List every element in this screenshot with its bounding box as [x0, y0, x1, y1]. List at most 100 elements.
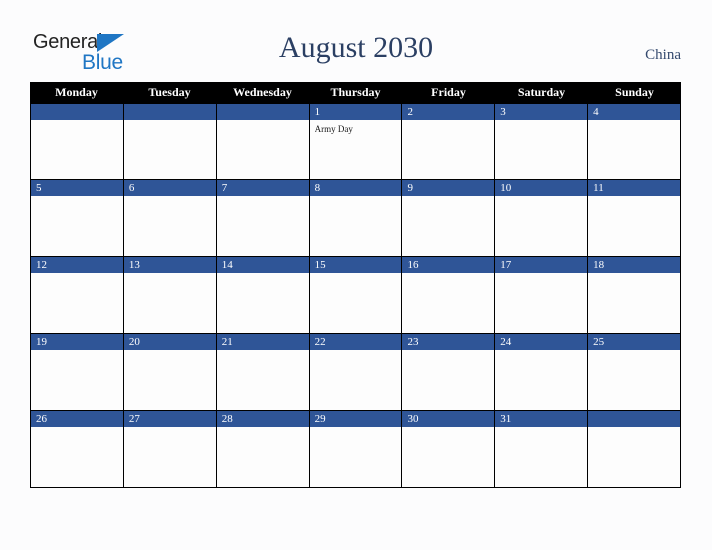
day-cell-3[interactable]: 3 [495, 104, 589, 179]
day-cell-empty [31, 104, 124, 179]
day-events [588, 196, 680, 256]
day-cell-4[interactable]: 4 [588, 104, 682, 179]
day-number-band [216, 104, 309, 120]
day-number-band [588, 411, 681, 427]
day-number: 25 [593, 336, 605, 348]
day-number-band: 14 [216, 257, 309, 273]
weekday-header-saturday: Saturday [517, 85, 566, 99]
day-events [495, 273, 587, 333]
day-events [124, 273, 216, 333]
day-number-band: 17 [495, 257, 588, 273]
day-number: 16 [407, 259, 419, 271]
day-cell-27[interactable]: 27 [123, 411, 217, 487]
day-cell-8[interactable]: 8 [309, 180, 403, 256]
day-events [588, 427, 680, 487]
country-label: China [645, 47, 681, 63]
day-number-band: 23 [402, 334, 495, 350]
day-cell-5[interactable]: 5 [31, 180, 124, 256]
event-label[interactable]: Army Day [315, 123, 398, 135]
day-events [588, 120, 680, 179]
day-number: 17 [500, 259, 512, 271]
day-number-band: 2 [402, 104, 495, 120]
day-events [495, 120, 587, 179]
day-number: 8 [314, 182, 321, 194]
day-number-band: 24 [495, 334, 588, 350]
day-events [124, 427, 216, 487]
day-number: 27 [128, 413, 140, 425]
day-cell-28[interactable]: 28 [216, 411, 310, 487]
day-events [588, 273, 680, 333]
day-cell-25[interactable]: 25 [588, 334, 682, 410]
day-cell-24[interactable]: 24 [495, 334, 589, 410]
day-cell-21[interactable]: 21 [216, 334, 310, 410]
day-events [310, 427, 402, 487]
day-number: 15 [314, 259, 326, 271]
day-number-band: 8 [309, 180, 402, 196]
weekday-header-row: Monday Tuesday Wednesday Thursday Friday Satu… [30, 82, 681, 103]
day-cell-26[interactable]: 26 [31, 411, 124, 487]
calendar-week-row: 12 13 14 15 16 17 18 [30, 257, 682, 334]
day-cell-12[interactable]: 12 [31, 257, 124, 333]
day-cell-22[interactable]: 22 [309, 334, 403, 410]
day-number-band: 31 [495, 411, 588, 427]
day-cell-16[interactable]: 16 [402, 257, 496, 333]
page-title: August 2030 [278, 31, 434, 64]
day-events [124, 120, 216, 179]
day-events [217, 350, 309, 410]
day-events [402, 196, 494, 256]
day-events [588, 350, 680, 410]
page-header: General Blue August 2030 China [0, 0, 712, 82]
day-cell-17[interactable]: 17 [495, 257, 589, 333]
day-cell-11[interactable]: 11 [588, 180, 682, 256]
day-cell-1[interactable]: 1 Army Day [309, 104, 403, 179]
calendar-page: General Blue August 2030 China Monday Tue… [0, 0, 712, 550]
weekday-header-friday: Friday [431, 85, 466, 99]
day-events [495, 427, 587, 487]
day-number: 5 [36, 182, 42, 194]
day-number-band: 4 [588, 104, 681, 120]
day-number: 3 [500, 106, 506, 118]
weekday-header-sunday: Sunday [615, 85, 654, 99]
day-cell-13[interactable]: 13 [123, 257, 217, 333]
weekday-header-tuesday: Tuesday [148, 85, 191, 99]
day-number-band: 3 [495, 104, 588, 120]
day-number-band: 11 [588, 180, 681, 196]
weekday-header-wednesday: Wednesday [233, 85, 292, 99]
day-number: 20 [128, 336, 140, 348]
day-cell-2[interactable]: 2 [402, 104, 496, 179]
day-cell-10[interactable]: 10 [495, 180, 589, 256]
day-cell-empty [216, 104, 310, 179]
day-cell-29[interactable]: 29 [309, 411, 403, 487]
day-cell-9[interactable]: 9 [402, 180, 496, 256]
day-cell-19[interactable]: 19 [31, 334, 124, 410]
day-events [31, 196, 123, 256]
day-events [495, 350, 587, 410]
calendar-week-row: 1 Army Day 2 3 4 [30, 103, 682, 180]
day-cell-23[interactable]: 23 [402, 334, 496, 410]
day-number: 28 [221, 413, 233, 425]
day-number-band [31, 104, 123, 120]
day-number-band: 1 [309, 104, 402, 120]
day-events [402, 273, 494, 333]
calendar-week-row: 19 20 21 22 23 24 25 [30, 334, 682, 411]
day-cell-7[interactable]: 7 [216, 180, 310, 256]
day-number: 1 [314, 106, 321, 118]
day-cell-18[interactable]: 18 [588, 257, 682, 333]
day-cell-14[interactable]: 14 [216, 257, 310, 333]
day-number-band: 9 [402, 180, 495, 196]
day-number: 18 [593, 259, 605, 271]
day-cell-30[interactable]: 30 [402, 411, 496, 487]
day-number: 14 [221, 259, 233, 271]
day-cell-15[interactable]: 15 [309, 257, 403, 333]
day-cell-31[interactable]: 31 [495, 411, 589, 487]
day-cell-20[interactable]: 20 [123, 334, 217, 410]
day-number-band: 7 [216, 180, 309, 196]
day-number-band: 19 [31, 334, 123, 350]
day-number: 12 [36, 259, 47, 271]
day-number-band: 20 [123, 334, 216, 350]
day-events [402, 120, 494, 179]
day-cell-6[interactable]: 6 [123, 180, 217, 256]
day-number-band: 16 [402, 257, 495, 273]
day-events [310, 273, 402, 333]
day-number-band: 18 [588, 257, 681, 273]
